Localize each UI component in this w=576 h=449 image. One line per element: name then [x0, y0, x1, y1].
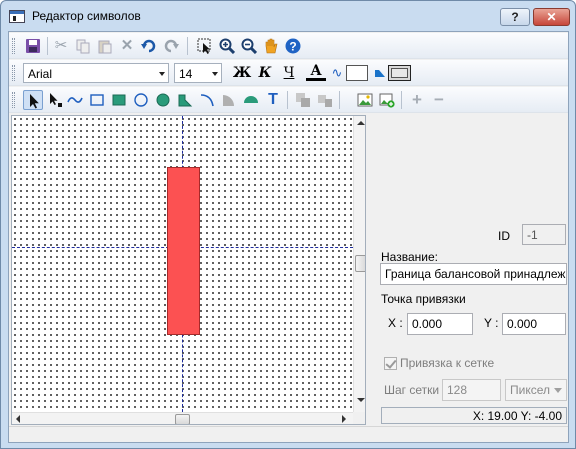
- filled-ellipse-icon[interactable]: [153, 90, 173, 110]
- copy-icon[interactable]: [73, 36, 93, 56]
- close-button[interactable]: ✕: [533, 8, 570, 26]
- grid-step-label: Шаг сетки: [384, 383, 440, 397]
- polyline-icon[interactable]: [65, 90, 85, 110]
- grid-unit-value: Пиксел: [510, 383, 550, 397]
- underline-button[interactable]: Ч: [279, 63, 299, 83]
- font-size-select[interactable]: 14: [174, 63, 222, 83]
- group-icon[interactable]: [293, 90, 313, 110]
- toolbar-separator: [187, 37, 188, 55]
- snap-to-grid-checkbox[interactable]: [384, 357, 397, 370]
- segment-icon[interactable]: [241, 90, 261, 110]
- toolbar-grip[interactable]: [12, 38, 15, 54]
- filled-rectangle-icon[interactable]: [109, 90, 129, 110]
- toolbar-separator: [47, 37, 48, 55]
- chevron-down-icon: [554, 388, 562, 393]
- symbol-editor-window: Редактор символов ? ✕ ✂ ✕ ? Arial 14 Ж К…: [0, 0, 576, 449]
- chevron-down-icon: [159, 72, 165, 76]
- vertical-scrollbar[interactable]: [353, 116, 365, 412]
- ungroup-icon[interactable]: [315, 90, 335, 110]
- name-field[interactable]: Граница балансовой принадлежности: [380, 263, 567, 285]
- title-bar[interactable]: Редактор символов ? ✕: [1, 1, 575, 31]
- app-icon: [9, 10, 25, 23]
- scroll-up-icon[interactable]: [357, 121, 365, 125]
- window-title: Редактор символов: [32, 9, 141, 23]
- scroll-down-icon[interactable]: [357, 398, 365, 402]
- id-field: -1: [522, 224, 566, 245]
- help-icon[interactable]: ?: [283, 36, 303, 56]
- snap-to-grid-label: Привязка к сетке: [400, 356, 495, 370]
- horizontal-scrollbar[interactable]: [12, 412, 353, 424]
- anchor-x-label: X :: [388, 316, 403, 330]
- border-style-button[interactable]: [388, 65, 411, 81]
- font-size-value: 14: [179, 67, 193, 81]
- cut-icon[interactable]: ✂: [51, 36, 71, 56]
- drawing-canvas[interactable]: [11, 115, 366, 425]
- zoom-in-icon[interactable]: [217, 36, 237, 56]
- anchor-point-label: Точка привязки: [381, 292, 466, 306]
- anchor-x-field[interactable]: 0.000: [407, 313, 473, 335]
- redo-icon[interactable]: [161, 36, 181, 56]
- format-toolbar: Arial 14 Ж К Ч A ∿: [9, 60, 568, 86]
- scroll-left-icon[interactable]: [16, 415, 20, 423]
- svg-text:?: ?: [289, 40, 296, 54]
- pointer-icon[interactable]: [23, 90, 43, 110]
- status-bar: [9, 426, 568, 442]
- select-area-icon[interactable]: [195, 36, 215, 56]
- grid-step-field[interactable]: 128: [442, 379, 501, 401]
- toolbar-grip[interactable]: [12, 65, 15, 81]
- drawing-toolbar: T + −: [9, 87, 568, 113]
- cursor-coordinates: X: 19.00 Y: -4.00: [381, 407, 567, 424]
- toolbar-separator: [287, 91, 288, 109]
- undo-icon[interactable]: [139, 36, 159, 56]
- bold-button[interactable]: Ж: [232, 63, 252, 83]
- save-icon[interactable]: [23, 36, 43, 56]
- rectangle-icon[interactable]: [87, 90, 107, 110]
- italic-button[interactable]: К: [255, 63, 275, 83]
- help-button[interactable]: ?: [500, 8, 530, 26]
- grid-unit-select[interactable]: Пиксел: [505, 379, 567, 401]
- text-icon[interactable]: T: [263, 90, 283, 110]
- horizontal-scroll-thumb[interactable]: [175, 414, 190, 424]
- name-label: Название:: [381, 250, 438, 264]
- main-toolbar: ✂ ✕ ?: [9, 33, 568, 59]
- delete-icon[interactable]: ✕: [117, 36, 137, 56]
- image-icon[interactable]: [355, 90, 375, 110]
- id-label: ID: [498, 229, 510, 243]
- font-family-select[interactable]: Arial: [23, 63, 169, 83]
- zoom-out-icon[interactable]: [239, 36, 259, 56]
- polygon-icon[interactable]: [175, 90, 195, 110]
- toolbar-grip[interactable]: [12, 92, 15, 108]
- scroll-right-icon[interactable]: [342, 415, 346, 423]
- client-area: ✂ ✕ ? Arial 14 Ж К Ч A ∿ T + − ID -1 Наз…: [8, 31, 569, 443]
- anchor-y-label: Y :: [484, 316, 499, 330]
- toolbar-separator: [339, 91, 340, 109]
- paste-icon[interactable]: [95, 36, 115, 56]
- fill-color-swatch[interactable]: [346, 65, 368, 81]
- node-pointer-icon[interactable]: [45, 90, 65, 110]
- text-color-button[interactable]: A: [306, 63, 326, 81]
- border-style-preview: [391, 68, 408, 78]
- font-family-value: Arial: [28, 67, 53, 81]
- pan-hand-icon[interactable]: [261, 36, 281, 56]
- vertical-scroll-thumb[interactable]: [355, 255, 365, 272]
- sector-icon[interactable]: [219, 90, 239, 110]
- symbol-rectangle-shape[interactable]: [167, 167, 200, 335]
- minus-icon[interactable]: −: [429, 90, 449, 110]
- plus-icon[interactable]: +: [407, 90, 427, 110]
- arc-icon[interactable]: [197, 90, 217, 110]
- chevron-down-icon: [212, 72, 218, 76]
- line-style-icon[interactable]: ∿: [327, 63, 347, 83]
- toolbar-separator: [401, 91, 402, 109]
- add-image-icon[interactable]: [377, 90, 397, 110]
- ellipse-icon[interactable]: [131, 90, 151, 110]
- anchor-y-field[interactable]: 0.000: [502, 313, 566, 335]
- scroll-corner: [353, 412, 365, 424]
